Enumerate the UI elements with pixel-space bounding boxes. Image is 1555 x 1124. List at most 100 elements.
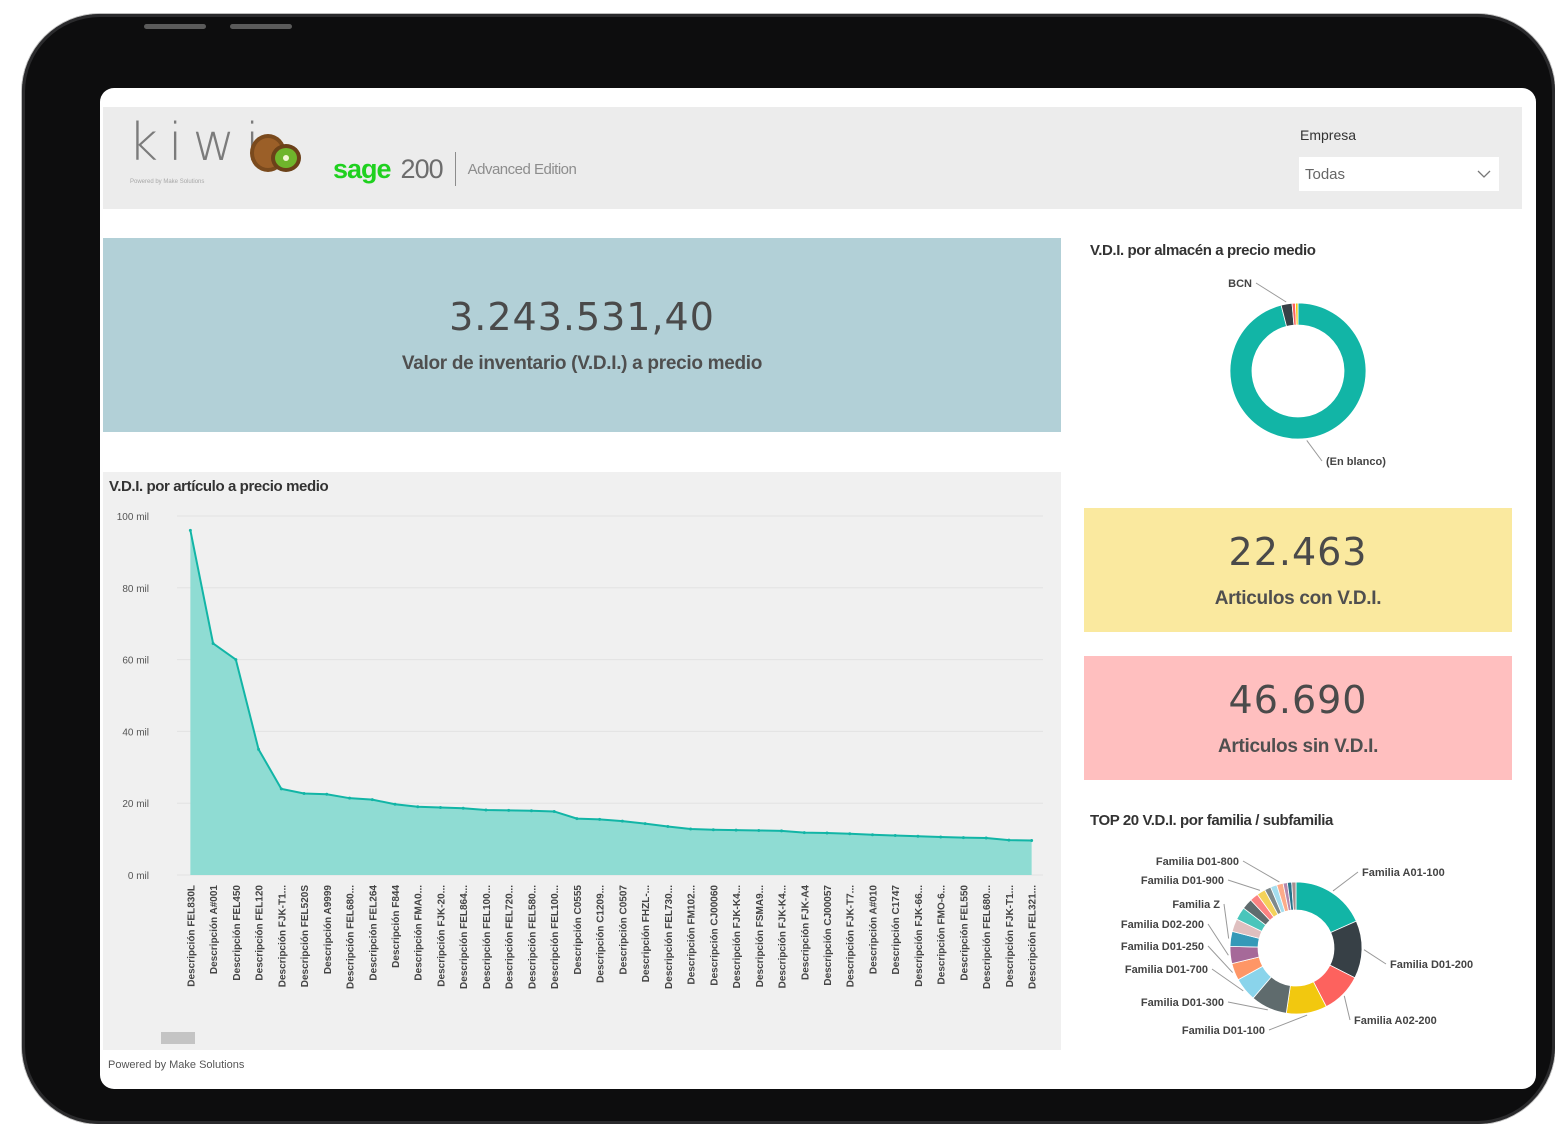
x-tick-label: Descripción FEL100...	[482, 885, 493, 989]
chart-scrollbar-thumb[interactable]	[161, 1032, 195, 1044]
data-point	[257, 747, 261, 751]
donut-slice	[1295, 302, 1299, 326]
leader-line	[1255, 282, 1287, 303]
y-tick-label: 80 mil	[122, 584, 149, 595]
x-tick-label: Descripción FEL520S	[300, 885, 311, 988]
x-tick-label: Descripción C0507	[618, 885, 629, 975]
x-tick-label: Descripción FJK-T1...	[1005, 885, 1016, 987]
data-point	[848, 832, 852, 836]
leader-line	[1242, 860, 1280, 883]
kpi-value: 22.463	[1228, 530, 1368, 574]
donut-label: (En blanco)	[1326, 456, 1386, 468]
x-tick-label: Descripción C1747	[891, 885, 902, 975]
area-chart-panel[interactable]: V.D.I. por artículo a precio medio 0 mil…	[103, 472, 1061, 1050]
x-tick-label: Descripción FHZL-...	[641, 885, 652, 982]
x-tick-label: Descripción FEL450	[232, 885, 243, 981]
kiwi-logo: kiwi Powered by Make Solutions	[128, 113, 318, 193]
data-point	[961, 836, 965, 840]
x-tick-label: Descripción FJK-20...	[436, 885, 447, 987]
x-tick-label: Descripción FEL264	[368, 885, 379, 981]
donut-label: Familia D01-300	[1141, 997, 1224, 1009]
donut-label: Familia D01-250	[1121, 941, 1204, 953]
chevron-down-icon	[1477, 170, 1491, 178]
data-point	[689, 827, 693, 831]
data-point	[620, 819, 624, 823]
donut-label: BCN	[1228, 278, 1252, 290]
sage-version: 200	[400, 153, 444, 184]
y-tick-label: 40 mil	[122, 727, 149, 738]
data-point	[893, 834, 897, 838]
data-point	[939, 835, 943, 839]
data-point	[234, 658, 238, 662]
x-tick-label: Descripción C1209...	[596, 885, 607, 983]
x-tick-label: Descripción FJK-A4	[800, 885, 811, 980]
x-tick-label: Descripción FEL864...	[459, 885, 470, 989]
volume-button	[144, 24, 206, 29]
donut-label: Familia A01-100	[1362, 867, 1445, 879]
data-point	[325, 792, 329, 796]
x-tick-label: Descripción FJK-T1...	[277, 885, 288, 987]
data-point	[507, 808, 511, 812]
series-line	[189, 530, 1032, 842]
empresa-filter-dropdown[interactable]: Todas	[1299, 157, 1499, 191]
kpi-card-total-inventory[interactable]: 3.243.531,40 Valor de inventario (V.D.I.…	[103, 238, 1061, 432]
kpi-card-articles-without-vdi[interactable]: 46.690 Articulos sin V.D.I.	[1084, 656, 1512, 780]
data-point	[780, 829, 784, 833]
data-point	[757, 828, 761, 832]
data-point	[598, 817, 602, 821]
area-fill	[190, 530, 1032, 875]
data-point	[279, 787, 283, 791]
data-point	[984, 836, 988, 840]
kpi-value: 46.690	[1228, 678, 1368, 722]
leader-line	[1363, 949, 1387, 965]
x-tick-label: Descripción FEL730...	[664, 885, 675, 989]
donut-label: Familia A02-200	[1354, 1015, 1437, 1027]
data-point	[484, 808, 488, 812]
sage-brand: sage 200 Advanced Edition	[333, 151, 577, 187]
donut-label: Familia D01-700	[1125, 964, 1208, 976]
leader-line	[1227, 879, 1261, 891]
kpi-card-articles-with-vdi[interactable]: 22.463 Articulos con V.D.I.	[1084, 508, 1512, 632]
x-tick-label: Descripción FEL120	[255, 885, 266, 981]
y-tick-label: 60 mil	[122, 656, 149, 667]
leader-line	[1207, 923, 1229, 956]
brand-divider	[454, 152, 456, 186]
warehouse-donut-title: V.D.I. por almacén a precio medio	[1090, 242, 1316, 259]
data-point	[1007, 838, 1011, 842]
data-point	[870, 833, 874, 837]
family-donut-chart[interactable]: Familia D01-800 Familia D01-900 Familia Z F…	[1084, 838, 1512, 1063]
kiwi-fruit-icon	[250, 134, 301, 172]
leader-line	[1268, 1014, 1308, 1031]
report-header: kiwi Powered by Make Solutions sage 200 …	[103, 107, 1522, 209]
data-point	[711, 828, 715, 832]
volume-button	[230, 24, 292, 29]
x-tick-label: Descripción FJK-T7...	[846, 885, 857, 987]
x-tick-label: Descripción FMA0...	[414, 885, 425, 981]
data-point	[552, 809, 556, 813]
data-point	[1030, 839, 1034, 843]
family-donut-title: TOP 20 V.D.I. por familia / subfamilia	[1090, 812, 1333, 829]
donut-label: Familia D01-200	[1390, 959, 1473, 971]
data-point	[438, 806, 442, 810]
sage-edition: Advanced Edition	[467, 160, 577, 178]
kpi-label: Valor de inventario (V.D.I.) a precio me…	[401, 353, 763, 374]
data-point	[348, 796, 352, 800]
empresa-filter-value: Todas	[1305, 166, 1346, 183]
x-tick-label: Descripción F844	[391, 885, 402, 968]
x-tick-label: Descripción FJK-K4...	[778, 885, 789, 989]
y-tick-label: 20 mil	[122, 799, 149, 810]
x-tick-label: Descripción CJ00060	[709, 885, 720, 986]
leader-line	[1332, 871, 1359, 892]
x-tick-label: Descripción A9999	[323, 885, 334, 975]
x-tick-label: Descripción FEL580...	[527, 885, 538, 989]
kpi-value: 3.243.531,40	[449, 295, 715, 339]
area-chart[interactable]: 0 mil 20 mil 40 mil 60 mil 80 mil 100 mil Desc…	[103, 472, 1061, 1050]
leader-line	[1306, 440, 1323, 462]
donut-label: Familia Z	[1172, 899, 1220, 911]
x-tick-label: Descripción FEL720...	[505, 885, 516, 989]
x-tick-label: Descripción FJK-66...	[914, 885, 925, 987]
x-tick-label: Descripción A#001	[209, 885, 220, 975]
warehouse-donut-chart[interactable]: BCN (En blanco)	[1084, 264, 1512, 482]
data-point	[734, 828, 738, 832]
x-tick-label: Descripción FJK-K4...	[732, 885, 743, 989]
